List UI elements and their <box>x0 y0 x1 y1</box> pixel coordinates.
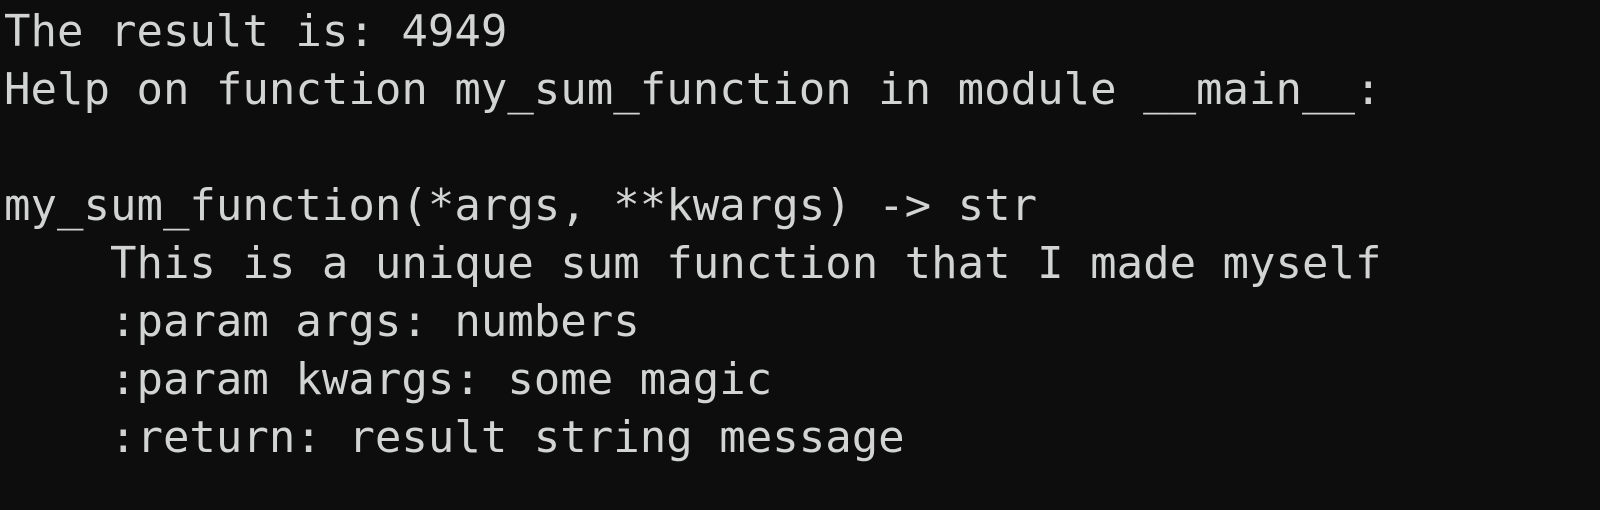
terminal-line-result: The result is: 4949 <box>4 6 508 57</box>
terminal-line-param-kwargs: :param kwargs: some magic <box>4 354 773 405</box>
terminal-line-return: :return: result string message <box>4 412 905 463</box>
terminal-line-param-args: :param args: numbers <box>4 296 640 347</box>
terminal-window[interactable]: The result is: 4949 Help on function my_s… <box>0 0 1600 510</box>
terminal-line-help-header: Help on function my_sum_function in modu… <box>4 64 1382 115</box>
terminal-line-docstring-summary: This is a unique sum function that I mad… <box>4 238 1382 289</box>
terminal-line-signature: my_sum_function(*args, **kwargs) -> str <box>4 180 1038 231</box>
console-output[interactable]: The result is: 4949 Help on function my_s… <box>4 3 1382 467</box>
